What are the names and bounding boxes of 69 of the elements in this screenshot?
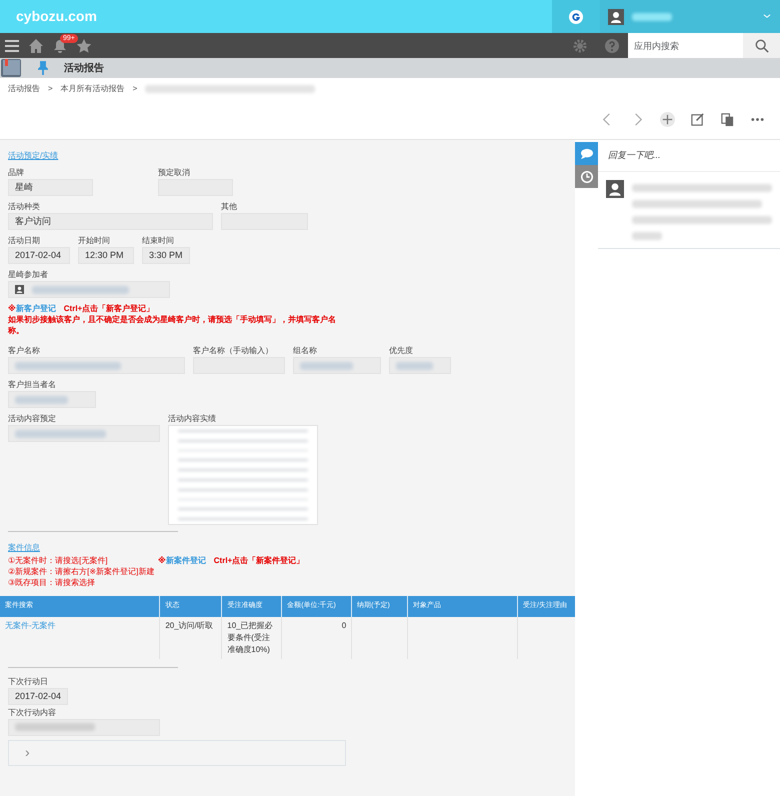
field-label: 星崎参加者 — [8, 269, 49, 280]
field-label: 结束时间 — [142, 235, 175, 246]
redacted-text — [396, 362, 434, 370]
field-label: 下次行动日 — [8, 676, 49, 686]
book-icon[interactable] — [0, 58, 22, 78]
field-label: 优先度 — [389, 345, 414, 356]
field-value: 2017-02-04 — [8, 688, 68, 704]
shortcut-hint: Ctrl+点击「新案件登记」 — [214, 555, 304, 567]
field-value: 2017-02-04 — [8, 247, 70, 264]
redacted-text — [632, 232, 662, 240]
field-label: 其他 — [221, 201, 238, 212]
field-label: 客户担当者名 — [8, 379, 57, 390]
field-label: 活动种类 — [8, 201, 41, 212]
menu-icon[interactable] — [4, 38, 20, 54]
table-cell: 20_访问/听取 — [165, 620, 213, 630]
instruction-text: ②新规案件：请擦右方[※新案件登记]新建 — [8, 566, 156, 577]
registration-link[interactable]: ※新案件登记 — [158, 555, 206, 588]
avatar-icon — [606, 180, 624, 198]
avatar-icon[interactable] — [608, 8, 624, 24]
field-label: 活动内容预定 — [8, 413, 57, 424]
registration-link[interactable]: ※新客户登记 — [8, 303, 56, 314]
copy-icon — [720, 112, 734, 127]
history-icon — [580, 170, 594, 184]
field-label: 品牌 — [8, 167, 25, 178]
redacted-text — [300, 362, 353, 370]
field-value: 12:30 PM — [78, 247, 134, 264]
g-icon[interactable] — [569, 10, 583, 24]
expand-toggle[interactable]: › — [25, 742, 30, 763]
help-icon[interactable] — [604, 38, 620, 54]
instruction-text: ①无案件时：请搜选[无案件] — [8, 555, 109, 566]
field-label: 开始时间 — [78, 235, 111, 246]
user-icon — [15, 285, 24, 294]
history-tab[interactable] — [575, 165, 598, 188]
field-value: 星崎 — [8, 179, 93, 196]
breadcrumb-separator: > — [48, 83, 53, 95]
breadcrumb-link[interactable]: 本月所有活动报告 — [60, 83, 125, 95]
search-icon — [754, 38, 768, 52]
redacted-text — [15, 396, 68, 404]
settings-icon[interactable] — [572, 38, 588, 54]
search-button[interactable] — [743, 33, 780, 58]
case-link[interactable]: 无案件-无案件 — [5, 620, 56, 630]
search-field[interactable]: 应用内搜索 — [628, 33, 743, 58]
comment-input[interactable]: 回复一下吧... — [598, 140, 780, 172]
field-label: 客户名称（手动输入） — [193, 345, 274, 356]
section-link[interactable]: 案件信息 — [8, 543, 40, 552]
field-label: 活动日期 — [8, 235, 41, 246]
field-label: 组名称 — [293, 345, 318, 356]
field-label: 活动内容实绩 — [168, 413, 217, 424]
field-label: 客户名称 — [8, 345, 41, 356]
edit-icon — [690, 112, 704, 127]
table-cell: 0 — [342, 620, 346, 630]
home-icon[interactable] — [28, 38, 44, 54]
table-cell: 10_已把握必要条件(受注准确度10%) — [227, 620, 273, 654]
field-value: 3:30 PM — [142, 247, 190, 264]
instruction-text: ③既存项目：请搜索选择 — [8, 577, 96, 588]
shortcut-hint: Ctrl+点击「新客户登记」 — [64, 303, 154, 314]
field-label: 预定取消 — [158, 167, 191, 178]
pin-icon[interactable] — [38, 61, 48, 75]
speech-bubble-icon — [580, 148, 594, 160]
section-link[interactable]: 活动预定/实绩 — [8, 151, 58, 160]
warning-text: 如果初步接触该客户，且不确定是否会成为星崎客户时，请预选「手动填写」，并填写客户名称。 — [8, 314, 337, 336]
comments-tab[interactable] — [575, 142, 598, 165]
field-label: 下次行动内容 — [8, 706, 57, 718]
app-title: 活动报告 — [64, 62, 104, 76]
breadcrumb-separator: > — [132, 83, 138, 95]
star-icon[interactable] — [76, 38, 92, 54]
breadcrumb-link[interactable]: 活动报告 — [8, 83, 40, 95]
field-value: 客户访问 — [8, 213, 213, 230]
add-icon — [660, 112, 674, 127]
